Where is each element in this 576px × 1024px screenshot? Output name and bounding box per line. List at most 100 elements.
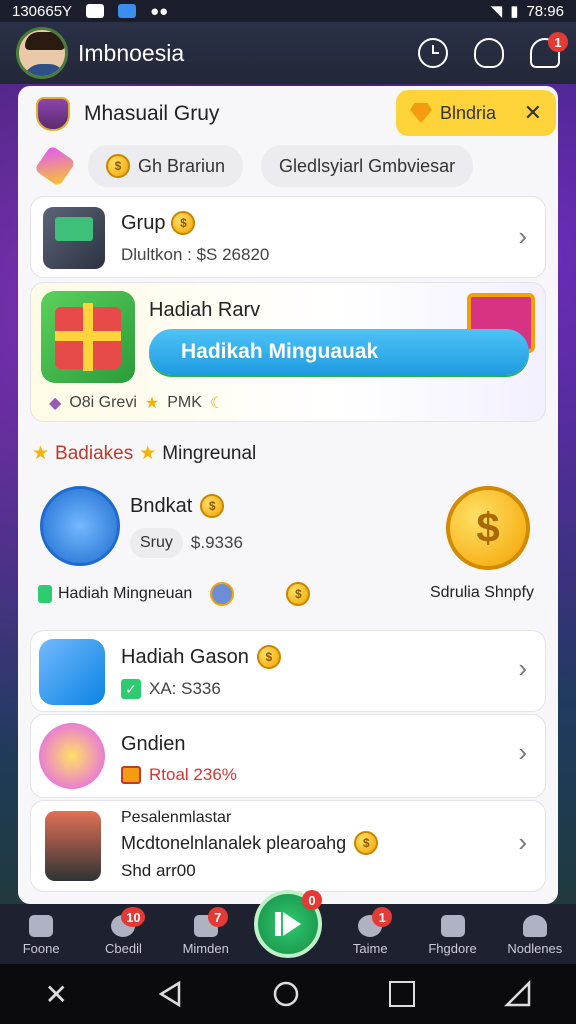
nav-mimden[interactable]: 7 Mimden xyxy=(166,907,246,956)
recents-icon[interactable] xyxy=(388,981,415,1007)
claim-reward-button[interactable]: Hadikah Minguauak xyxy=(149,329,529,375)
nav-home[interactable]: Foone xyxy=(1,915,81,956)
wifi-icon: ◥ xyxy=(490,3,503,20)
nav-cbedil[interactable]: 10 Cbedil xyxy=(83,907,163,956)
app-icon-2 xyxy=(118,4,137,18)
profile-name: Mhasuail Gruy xyxy=(84,102,220,125)
list-sub: Rtoal 236% xyxy=(149,765,237,784)
chevron-right-icon: › xyxy=(518,221,527,251)
list-item[interactable]: Gndien Rtoal 236% › xyxy=(30,714,546,798)
clock-icon[interactable] xyxy=(418,38,448,68)
moon-icon: ☾ xyxy=(209,395,225,412)
app-icon xyxy=(86,4,105,18)
user-icon[interactable] xyxy=(474,38,504,68)
list-item[interactable]: Hadiah Gason $ ✓ XA: S336 › xyxy=(30,630,546,712)
status-left-text: 130665Y xyxy=(12,2,73,20)
nav-label: Foone xyxy=(22,941,60,956)
gift-box-icon xyxy=(41,291,135,383)
player-avatar xyxy=(40,486,120,566)
list-line-2: Mcdtonelnlanalek plearoahg xyxy=(121,832,347,853)
coin-icon: $ xyxy=(200,494,225,518)
chip-brariun[interactable]: $ Gh Brariun xyxy=(88,145,244,187)
list-sub: XA: S336 xyxy=(149,679,221,698)
coin-icon: $ xyxy=(256,645,281,669)
laptop-icon xyxy=(43,207,105,269)
promo-pill[interactable]: Blndria ✕ xyxy=(396,90,556,136)
chip-gmbviesar[interactable]: Gledlsyiarl Gmbviesar xyxy=(261,145,474,187)
green-gem-icon xyxy=(38,585,52,603)
nav-label: Taime xyxy=(352,941,388,956)
play-badge: 0 xyxy=(302,890,322,910)
reward-title: Hadiah Rarv xyxy=(149,299,261,321)
gem-icon xyxy=(410,103,432,123)
dice-icon: 7 xyxy=(193,907,228,937)
status-time: 78:96 xyxy=(526,2,564,20)
section-title-1: Badiakes xyxy=(55,442,134,464)
battery-icon: ▮ xyxy=(510,3,519,20)
chevron-right-icon: › xyxy=(518,827,527,857)
avatar[interactable] xyxy=(16,27,68,79)
close-icon[interactable]: ✕ xyxy=(524,100,542,126)
more-dots-icon: ●● xyxy=(150,2,169,20)
pencil-icon: 1 xyxy=(358,907,393,937)
section-title-2: Mingreunal xyxy=(162,442,257,464)
feature-chip[interactable]: Sruy xyxy=(130,528,183,558)
reward-footer-2: PMK xyxy=(167,394,202,411)
coin-icon: $ xyxy=(286,582,311,606)
star-icon: ★ xyxy=(32,443,50,464)
reward-footer-1: O8i Grevi xyxy=(69,394,137,411)
nav-nodlenes[interactable]: Nodlenes xyxy=(495,915,575,956)
home-circle-icon[interactable] xyxy=(272,980,300,1008)
home-icon xyxy=(29,915,54,937)
nav-fhgdore[interactable]: Fhgdore xyxy=(413,915,493,956)
globe-icon: 10 xyxy=(111,907,146,937)
profile-row: Mhasuail Gruy Blndria ✕ xyxy=(18,86,558,142)
feature-footer-right: Sdrulia Shnpfy xyxy=(429,584,534,601)
big-coin-icon: $ xyxy=(446,486,530,570)
star-icon: ★ xyxy=(144,395,160,412)
chat-icon xyxy=(440,915,465,937)
chip-label-2: Gledlsyiarl Gmbviesar xyxy=(279,155,456,176)
feather-icon xyxy=(34,145,76,187)
nav-label: Cbedil xyxy=(104,941,142,956)
group-title: Grup xyxy=(121,211,166,234)
compass-icon xyxy=(210,582,235,606)
nav-taime[interactable]: 1 Taime xyxy=(330,907,410,956)
notification-badge: 1 xyxy=(548,32,568,52)
trophy-icon xyxy=(45,811,101,881)
close-icon[interactable]: ✕ xyxy=(44,978,67,1011)
reward-banner[interactable]: Hadiah Rarv Hadikah Minguauak ◆ O8i Grev… xyxy=(30,282,546,422)
list-title: Gndien xyxy=(121,733,186,755)
nav-label: Mimden xyxy=(182,941,229,956)
feature-block[interactable]: Bndkat $ Sruy $.9336 $ Hadiah Mingneuan … xyxy=(18,480,558,614)
feature-name: Bndkat xyxy=(130,494,193,517)
chip-label-1: Gh Brariun xyxy=(138,155,226,176)
coin-icon: $ xyxy=(354,831,379,855)
feature-value: $.9336 xyxy=(190,533,243,552)
play-button[interactable]: 0 xyxy=(254,890,322,958)
player-reward-icon xyxy=(39,639,105,705)
coin-icon: $ xyxy=(106,154,130,178)
ticket-icon xyxy=(121,766,141,784)
group-card[interactable]: Grup $ Dlultkon : $S 26820 › xyxy=(30,196,546,278)
play-icon xyxy=(275,912,301,936)
nav-label: Nodlenes xyxy=(507,941,563,956)
list-title: Pesalenmlastar xyxy=(121,809,232,826)
chevron-right-icon: › xyxy=(518,737,527,767)
nav-badge: 1 xyxy=(372,907,393,927)
chevron-right-icon: › xyxy=(518,653,527,683)
user-icon xyxy=(522,915,547,937)
clan-shield-icon xyxy=(36,97,70,131)
star-icon: ★ xyxy=(139,443,157,464)
back-icon[interactable] xyxy=(157,981,183,1007)
coin-stack-icon xyxy=(39,723,105,789)
bell-icon[interactable]: 1 xyxy=(530,32,568,68)
system-nav-bar: ✕ xyxy=(0,964,576,1024)
main-panel: Mhasuail Gruy Blndria ✕ $ Gh Brariun Gle… xyxy=(18,86,558,904)
promo-pill-label: Blndria xyxy=(440,102,497,123)
app-header: Imbnoesia 1 xyxy=(0,22,576,84)
list-item[interactable]: Pesalenmlastar Mcdtonelnlanalek plearoah… xyxy=(30,800,546,892)
gem-purple-icon: ◆ xyxy=(49,395,62,412)
header-title: Imbnoesia xyxy=(78,39,185,66)
signal-icon xyxy=(503,980,530,1007)
